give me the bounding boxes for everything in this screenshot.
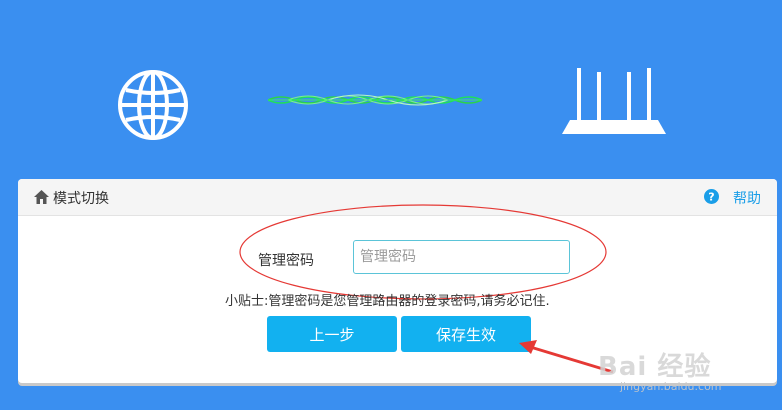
help-link[interactable]: 帮助 [733, 188, 761, 208]
password-tip: 小贴士:管理密码是您管理路由器的登录密码,请务必记住. [225, 294, 550, 309]
watermark-url: jingyan.baidu.com [620, 380, 722, 393]
help-icon[interactable]: ? [704, 189, 719, 204]
save-apply-button[interactable]: 保存生效 [401, 316, 531, 352]
globe-icon [118, 70, 188, 140]
watermark-brand: Bai 经验 [598, 352, 712, 382]
router-icon [562, 68, 666, 134]
previous-step-button[interactable]: 上一步 [267, 316, 397, 352]
svg-text:?: ? [708, 191, 714, 204]
connection-graphic [0, 0, 782, 180]
password-input[interactable] [353, 240, 570, 274]
signal-wave [268, 94, 482, 106]
password-label: 管理密码 [258, 253, 314, 269]
password-row: 管理密码 [18, 240, 777, 276]
panel-header: 模式切换 ? 帮助 [18, 179, 777, 216]
home-icon [34, 190, 49, 204]
panel-title: 模式切换 [53, 191, 109, 207]
